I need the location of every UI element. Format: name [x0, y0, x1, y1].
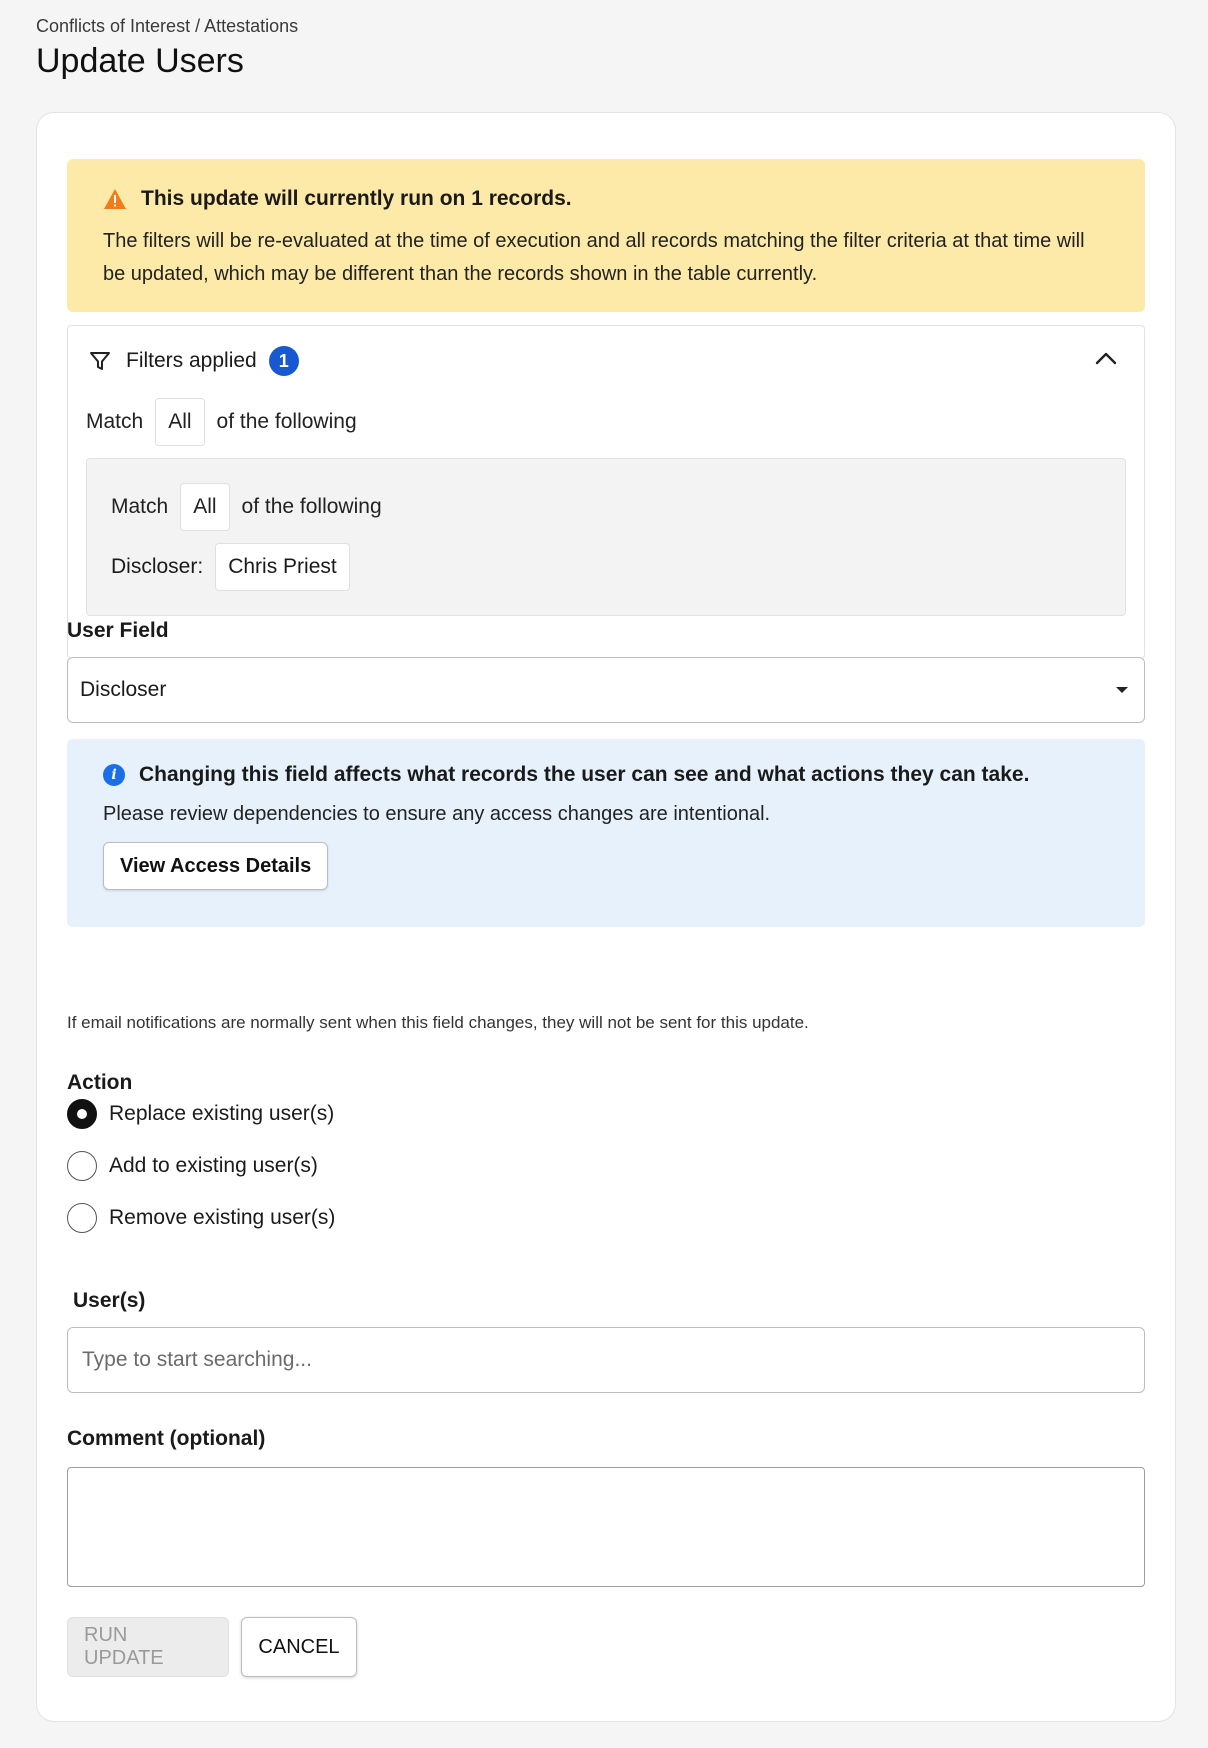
user-field-label: User Field	[67, 619, 169, 642]
run-update-button[interactable]: RUN UPDATE	[67, 1617, 229, 1677]
breadcrumb: Conflicts of Interest / Attestations	[36, 16, 299, 36]
comment-label: Comment (optional)	[67, 1427, 266, 1450]
radio-checked[interactable]	[67, 1099, 97, 1129]
action-option-remove[interactable]: Remove existing user(s)	[67, 1203, 335, 1233]
discloser-filter-row: Discloser: Chris Priest	[111, 543, 362, 591]
filter-group: Match All of the following Discloser: Ch…	[86, 458, 1126, 616]
discloser-filter-label: Discloser:	[111, 555, 204, 578]
view-access-details-button[interactable]: View Access Details	[103, 842, 329, 890]
action-option-add[interactable]: Add to existing user(s)	[67, 1151, 318, 1181]
info-icon: i	[103, 764, 125, 786]
inner-match-row: Match All of the following	[111, 483, 382, 531]
action-label: Action	[67, 1071, 133, 1094]
match-label: Match	[86, 410, 144, 433]
radio-unchecked[interactable]	[67, 1203, 97, 1233]
action-option-label: Remove existing user(s)	[109, 1206, 336, 1229]
filter-count-badge: 1	[268, 346, 299, 376]
filters-panel: Filters applied 1 Match All of the follo…	[67, 325, 1145, 659]
user-field-select[interactable]: Discloser	[67, 657, 1145, 723]
chevron-up-icon	[1095, 352, 1117, 365]
update-users-card: This update will currently run on 1 reco…	[36, 112, 1176, 1722]
info-body: Please review dependencies to ensure any…	[103, 803, 771, 825]
email-notification-note: If email notifications are normally sent…	[67, 1013, 809, 1032]
warning-icon	[103, 188, 127, 210]
users-label: User(s)	[73, 1289, 146, 1312]
access-info-banner: i Changing this field affects what recor…	[67, 739, 1145, 927]
discloser-filter-value[interactable]: Chris Priest	[215, 543, 350, 591]
match-suffix: of the following	[216, 410, 357, 433]
action-option-label: Replace existing user(s)	[109, 1102, 335, 1125]
warning-banner: This update will currently run on 1 reco…	[67, 159, 1145, 312]
action-option-label: Add to existing user(s)	[109, 1154, 318, 1177]
comment-textarea[interactable]	[67, 1467, 1145, 1587]
filters-applied-label: Filters applied	[126, 349, 257, 372]
users-search-input[interactable]	[67, 1327, 1145, 1393]
filter-icon	[88, 349, 112, 373]
cancel-button[interactable]: CANCEL	[241, 1617, 357, 1677]
match-mode-select[interactable]: All	[155, 398, 205, 446]
action-option-replace[interactable]: Replace existing user(s)	[67, 1099, 334, 1129]
collapse-filters-button[interactable]	[1090, 342, 1122, 374]
page-title: Update Users	[36, 42, 244, 80]
match-label: Match	[111, 495, 169, 518]
match-mode-select[interactable]: All	[180, 483, 230, 531]
warning-title: This update will currently run on 1 reco…	[141, 187, 572, 210]
warning-body: The filters will be re-evaluated at the …	[103, 230, 1085, 285]
outer-match-row: Match All of the following	[86, 398, 357, 446]
caret-down-icon	[1116, 687, 1128, 693]
radio-unchecked[interactable]	[67, 1151, 97, 1181]
user-field-value: Discloser	[80, 678, 167, 701]
match-suffix: of the following	[241, 495, 382, 518]
info-title: Changing this field affects what records…	[139, 763, 1030, 786]
